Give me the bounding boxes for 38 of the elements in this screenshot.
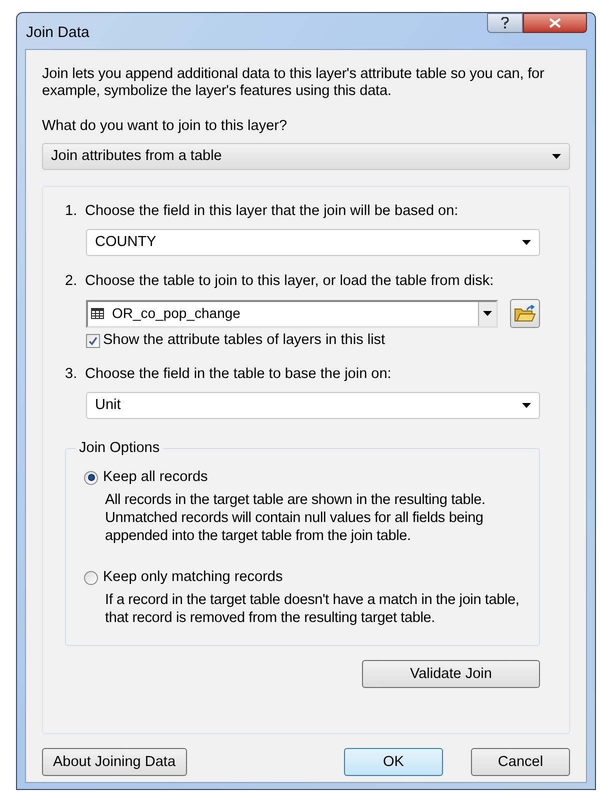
window-title: Join Data	[26, 24, 90, 41]
step-label: Choose the field in this layer that the join will be based on:	[85, 203, 458, 220]
dialog-button[interactable]: About Joining Data	[42, 748, 187, 776]
field-dropdown[interactable]: COUNTY	[86, 229, 540, 256]
help-button[interactable]	[487, 13, 523, 33]
radio-label: Keep only matching records	[103, 569, 283, 586]
radio-button[interactable]	[84, 570, 98, 584]
option-description: All records in the target table are shown in the resulting table. Unmatched records will contain null values for all fields being appended into the target table from the join table.	[105, 491, 486, 545]
step-label: Choose the field in the table to base the join on:	[85, 366, 392, 383]
step-number: 1.	[65, 203, 78, 220]
folder-icon	[514, 304, 536, 322]
close-button[interactable]	[523, 13, 587, 33]
join-type-label: What do you want to join to this layer?	[42, 118, 288, 135]
dropdown-arrow-icon	[522, 240, 531, 245]
join-type-dropdown[interactable]: Join attributes from a table	[42, 143, 570, 170]
field-dropdown[interactable]: Unit	[86, 392, 540, 419]
help-icon	[501, 17, 509, 29]
table-icon	[91, 308, 104, 319]
step-number: 2.	[65, 273, 78, 290]
close-icon	[549, 18, 561, 28]
dropdown-arrow-icon	[522, 403, 531, 408]
dialog-button[interactable]: OK	[344, 748, 443, 776]
intro-text: Join lets you append additional data to this layer's attribute table so you can, for example, symbolize the layer's features using this data.	[42, 66, 546, 100]
checkbox[interactable]	[86, 334, 100, 348]
dropdown-button[interactable]	[478, 302, 496, 326]
validate-join-button[interactable]: Validate Join	[362, 660, 540, 688]
dialog-button[interactable]: Cancel	[471, 748, 570, 776]
dropdown-arrow-icon	[483, 311, 492, 316]
radio-label: Keep all records	[103, 469, 208, 486]
checkbox-label: Show the attribute tables of layers in this list	[103, 332, 386, 349]
table-dropdown[interactable]: OR_co_pop_change	[86, 300, 498, 328]
open-folder-button[interactable]	[510, 299, 540, 328]
group-legend: Join Options	[76, 440, 163, 457]
radio-button[interactable]	[84, 470, 98, 484]
step-number: 3.	[65, 366, 78, 383]
option-description: If a record in the target table doesn't have a match in the join table, that record is removed from the resulting target table.	[105, 591, 520, 627]
dropdown-arrow-icon	[552, 154, 561, 159]
step-label: Choose the table to join to this layer, or load the table from disk:	[85, 273, 494, 290]
